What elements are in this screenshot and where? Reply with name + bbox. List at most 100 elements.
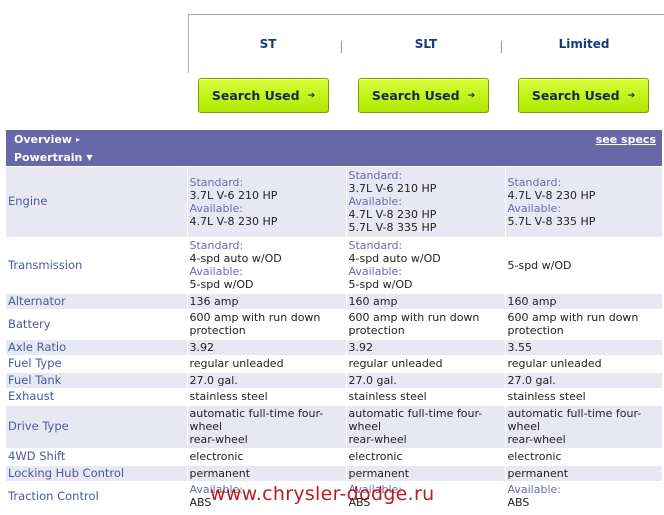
spec-value: 136 amp [187,293,347,310]
spec-line: stainless steel [189,390,268,403]
spec-line: 5-spd w/OD [348,278,413,291]
spec-value: Standard: 4-spd auto w/OD Available: 5-spd … [346,237,506,294]
spec-value: electronic [346,448,506,466]
spec-line: wheel [507,420,541,433]
trim-name-limited: Limited [558,37,610,51]
spec-value: 600 amp with run down protection [505,309,663,340]
arrow-right-icon: ➔ [307,90,316,101]
spec-line: wheel [348,420,382,433]
spec-qualifier: Available: [507,483,562,496]
spec-line: automatic full-time four- [189,407,324,420]
spec-line: 3.92 [189,340,215,354]
spec-line: 3.55 [507,340,533,354]
spec-line: regular unleaded [507,357,602,370]
spec-line: 27.0 gal. [189,373,238,387]
spec-value: regular unleaded [505,355,663,373]
spec-qualifier: Available: [189,483,244,496]
spec-line: rear-wheel [189,433,248,446]
spec-line: 27.0 gal. [348,373,397,387]
spec-label: Alternator [6,293,188,310]
spec-line: 4-spd auto w/OD [189,252,282,265]
spec-value: stainless steel [346,388,506,406]
spec-qualifier: Available: [348,195,403,209]
spec-line: permanent [189,466,251,480]
spec-line: 5-spd w/OD [507,258,572,272]
spec-qualifier: Available: [507,201,562,215]
spec-qualifier: Available: [189,201,244,215]
spec-line: automatic full-time four- [348,407,483,420]
spec-value: permanent [505,465,663,482]
spec-line: 136 amp [189,294,239,308]
spec-qualifier: Standard: [189,175,244,189]
spec-table-body: Engine Standard: 3.7L V-6 210 HP Available:… [6,167,663,512]
spec-label: Axle Ratio [6,339,188,356]
spec-line: 160 amp [507,294,557,308]
spec-row: 4WD Shift electronic electronic electronic [6,448,663,466]
spec-row: Drive Type automatic full-time four-wheel… [6,405,663,449]
spec-label: Transmission [6,237,188,294]
spec-line: electronic [189,450,244,463]
trim-separator [501,41,502,53]
spec-qualifier: Available: [348,265,403,278]
overview-bar[interactable]: Overview ▸ see specs [6,130,662,148]
arrow-right-icon: ➔ [627,90,636,101]
spec-value: 3.92 [187,339,347,356]
trim-name-slt: SLT [414,37,438,51]
spec-row: Alternator 136 amp 160 amp 160 amp [6,293,663,310]
spec-value: electronic [505,448,663,466]
spec-line: stainless steel [348,390,427,403]
spec-line: 4.7L V-8 230 HP [348,208,437,222]
spec-line: protection [348,324,405,337]
trim-name-st: ST [259,37,277,51]
spec-line: ABS [189,496,212,509]
spec-row: Traction Control Available: ABS Available: A… [6,481,663,512]
spec-qualifier: Standard: [507,175,562,189]
search-used-button-limited[interactable]: Search Used ➔ [518,78,649,113]
spec-line: rear-wheel [348,433,407,446]
spec-line: 27.0 gal. [507,373,556,387]
spec-value: Available: ABS [505,481,663,512]
spec-value: 160 amp [505,293,663,310]
spec-line: 5.7L V-8 335 HP [348,221,437,235]
spec-line: wheel [189,420,223,433]
overview-label: Overview [14,132,72,146]
spec-value: electronic [187,448,347,466]
spec-line: 600 amp with run down [189,311,321,324]
spec-line: 4.7L V-8 230 HP [189,214,278,228]
spec-line: ABS [507,496,530,509]
spec-qualifier: Standard: [348,239,403,252]
spec-line: 600 amp with run down [507,311,639,324]
spec-label: Drive Type [6,405,188,449]
spec-label: Engine [6,167,188,238]
spec-qualifier: Available: [348,483,403,496]
search-used-button-st[interactable]: Search Used ➔ [198,78,329,113]
spec-value: stainless steel [187,388,347,406]
spec-value: 600 amp with run down protection [187,309,347,340]
spec-value: Available: ABS [187,481,347,512]
spec-line: protection [189,324,246,337]
spec-value: permanent [187,465,347,482]
spec-label: Locking Hub Control [6,465,188,482]
spec-label: Battery [6,309,188,340]
spec-line: 160 amp [348,294,398,308]
trim-separator [341,41,342,53]
search-used-label: Search Used [531,88,620,103]
spec-line: regular unleaded [348,357,443,370]
spec-value: regular unleaded [187,355,347,373]
spec-table: Engine Standard: 3.7L V-6 210 HP Available:… [6,167,663,512]
spec-value: 3.92 [346,339,506,356]
spec-label: Fuel Type [6,355,188,373]
see-specs-link[interactable]: see specs [596,133,656,146]
spec-line: stainless steel [507,390,586,403]
spec-value: automatic full-time four-wheel rear-wheel [505,405,663,449]
spec-line: 4-spd auto w/OD [348,252,441,265]
spec-line: protection [507,324,564,337]
spec-line: 5-spd w/OD [189,278,254,291]
spec-row: Locking Hub Control permanent permanent per… [6,465,663,482]
search-used-button-slt[interactable]: Search Used ➔ [358,78,489,113]
spec-row: Fuel Tank 27.0 gal. 27.0 gal. 27.0 gal. [6,372,663,389]
powertrain-bar[interactable]: Powertrain ▼ [6,148,662,166]
spec-line: permanent [348,466,410,480]
spec-line: permanent [507,466,569,480]
spec-value: 160 amp [346,293,506,310]
